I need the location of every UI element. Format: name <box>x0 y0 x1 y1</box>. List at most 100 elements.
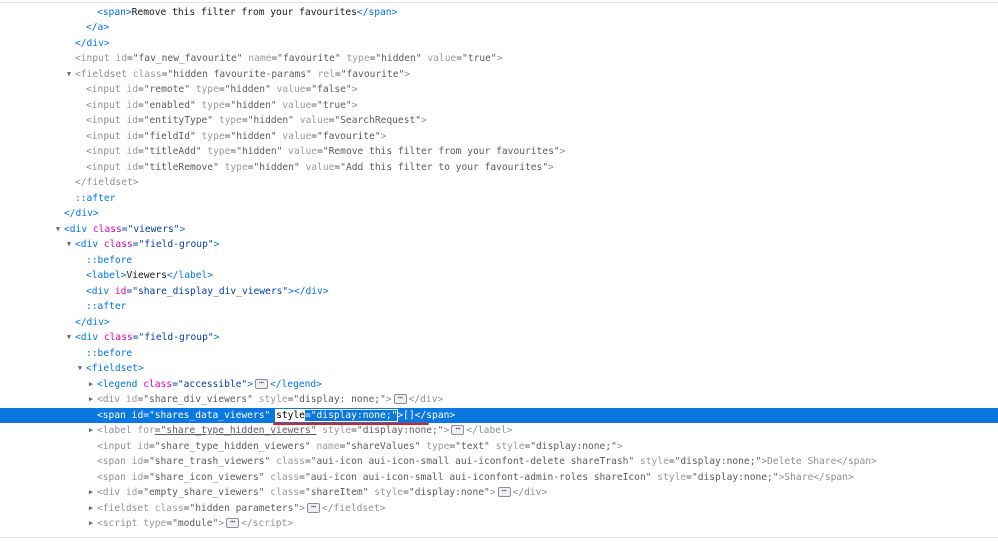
text-node-token: Remove this filter from your favourites <box>131 6 357 18</box>
dom-node-row[interactable]: <span id="share_trash_viewers" class="au… <box>0 454 998 470</box>
expand-ellipsis-button[interactable]: ⋯ <box>497 487 511 497</box>
tag-token: </div> <box>75 37 110 49</box>
attr-name-token: style <box>316 425 352 436</box>
tag-token: </div> <box>512 487 548 498</box>
dom-node-row[interactable]: ▶ <label for="share_type_hidden_viewers" … <box>0 423 998 439</box>
tag-token: <fieldset <box>75 68 127 80</box>
tag-token: </span> <box>356 6 398 18</box>
attr-name-token: value <box>293 115 329 126</box>
tag-token: > <box>351 99 358 111</box>
panel-top-border <box>0 2 998 3</box>
expand-ellipsis-button[interactable]: ⋯ <box>393 394 407 404</box>
attribute-edit-box[interactable]: style="display:none;" <box>275 408 399 422</box>
tag-token: > <box>385 394 392 405</box>
attr-name-token: type <box>201 146 231 157</box>
expand-arrow-icon[interactable]: ▶ <box>86 423 96 439</box>
node-markup: <input id="remote" type="hidden" value="… <box>86 82 358 98</box>
selected-dom-node-row[interactable]: <span id="shares_data_viewers" style="di… <box>0 407 998 423</box>
expand-arrow-icon[interactable]: ▶ <box>86 516 96 532</box>
expand-arrow-icon[interactable]: ▶ <box>86 485 96 501</box>
node-markup: <fieldset class="hidden favourite-params… <box>75 67 410 83</box>
dom-node-row[interactable]: </a> <box>0 20 998 36</box>
collapse-arrow-icon[interactable]: ▼ <box>64 330 74 346</box>
dom-node-row[interactable]: ::before <box>0 253 998 269</box>
tag-token: <div <box>75 239 99 250</box>
dom-node-row[interactable]: ▼ <fieldset class="hidden favourite-param… <box>0 67 998 83</box>
collapse-arrow-icon[interactable]: ▼ <box>64 67 74 83</box>
tag-token: <input <box>86 130 121 142</box>
dom-node-row[interactable]: </div> <box>0 315 998 331</box>
dom-node-row[interactable]: </div> <box>0 36 998 52</box>
dom-node-row[interactable]: <span id="share_icon_viewers" class="aui… <box>0 470 998 486</box>
attr-value-token: ="share_div_viewers" <box>137 394 253 405</box>
collapse-arrow-icon[interactable]: ▼ <box>53 222 63 238</box>
expand-ellipsis-button[interactable]: ⋯ <box>254 378 268 389</box>
dom-node-row[interactable]: <input id="entityType" type="hidden" val… <box>0 113 998 129</box>
dom-node-row[interactable]: ▼ <div class="viewers"> <box>0 222 998 238</box>
dom-node-row[interactable]: <input id="titleAdd" type="hidden" value… <box>0 144 998 160</box>
attr-name-token: id <box>125 409 144 421</box>
dom-node-row[interactable]: ::after <box>0 299 998 315</box>
attr-name-token: class <box>264 487 300 498</box>
expand-ellipsis-button[interactable]: ⋯ <box>226 518 240 528</box>
attr-name-token: id <box>125 471 144 483</box>
attr-name-token: id <box>120 99 138 111</box>
expand-arrow-icon[interactable]: ▶ <box>86 392 96 408</box>
attr-name-token: id <box>120 146 138 157</box>
dom-node-row[interactable]: ▼ <div class="field-group"> <box>0 330 998 346</box>
attr-value-token[interactable]: ="display:none;" <box>304 409 398 421</box>
dom-node-row[interactable]: ▼ <fieldset> <box>0 361 998 377</box>
dom-node-row[interactable]: <input id="enabled" type="hidden" value=… <box>0 98 998 114</box>
expand-ellipsis-button[interactable]: ⋯ <box>306 502 320 513</box>
attr-value-token: ="empty_share_viewers" <box>137 487 265 498</box>
dom-node-row[interactable]: <span>Remove this filter from your favou… <box>0 5 998 21</box>
dom-node-row[interactable]: ▼ <div class="field-group"> <box>0 237 998 253</box>
dom-node-row[interactable]: <div id="share_display_div_viewers"></di… <box>0 284 998 300</box>
dom-node-row[interactable]: </fieldset> <box>0 175 998 191</box>
attr-name-token: value <box>270 84 306 95</box>
dom-node-row[interactable]: <input id="fieldId" type="hidden" value=… <box>0 129 998 145</box>
attr-name-token: type <box>189 84 219 95</box>
expand-arrow-icon[interactable]: ▶ <box>86 377 96 393</box>
tag-token: <input <box>86 161 121 173</box>
expand-arrow-icon[interactable]: ▶ <box>86 501 96 517</box>
tag-token: <input <box>86 115 121 126</box>
attr-name-token: type <box>340 53 370 64</box>
dom-node-row[interactable]: <input id="share_type_hidden_viewers" na… <box>0 439 998 455</box>
dom-node-row[interactable]: ▶ <div id="share_div_viewers" style="disp… <box>0 392 998 408</box>
attr-value-token: ="favourite" <box>271 53 341 64</box>
dom-node-row[interactable]: ▶ <script type="module"> ⋯ </script> <box>0 516 998 532</box>
dom-node-row[interactable]: ▶ <div id="empty_share_viewers" class="sh… <box>0 485 998 501</box>
tag-token: <div <box>97 487 121 498</box>
attr-name-token: style <box>634 456 669 467</box>
dom-node-row[interactable]: </div> <box>0 206 998 222</box>
attr-name-token: id <box>120 84 138 95</box>
attr-value-token: ="shares_data_viewers" <box>143 409 271 421</box>
tag-token: <span <box>97 471 126 483</box>
attr-name-token: style <box>252 394 288 405</box>
collapse-arrow-icon[interactable]: ▼ <box>64 237 74 253</box>
node-markup: ::before <box>86 346 132 362</box>
node-markup: <input id="share_type_hidden_viewers" na… <box>97 439 623 455</box>
dom-node-row[interactable]: ▶ <legend class="accessible"> ⋯ </legend> <box>0 377 998 393</box>
attr-value-token: ="aui-icon aui-icon-small aui-iconfont-d… <box>304 456 635 467</box>
node-markup: <label for="share_type_hidden_viewers" s… <box>97 423 513 439</box>
dom-node-row[interactable]: ▶ <fieldset class="hidden parameters"> ⋯ </… <box>0 501 998 517</box>
dom-node-row[interactable]: <input id="titleRemove" type="hidden" va… <box>0 160 998 176</box>
attr-name-token: type <box>420 440 450 452</box>
dom-node-row[interactable]: <input id="remote" type="hidden" value="… <box>0 82 998 98</box>
attr-link-token[interactable]: ="share_type_hidden_viewers" <box>155 425 317 436</box>
dom-node-row[interactable]: <input id="fav_new_favourite" name="favo… <box>0 51 998 67</box>
attr-name-token[interactable]: style <box>276 410 305 421</box>
tag-token: > <box>443 425 450 436</box>
dom-node-row[interactable]: ::after <box>0 191 998 207</box>
attr-name-token: id <box>120 130 138 142</box>
tag-token: <input <box>75 53 110 64</box>
dom-node-row[interactable]: <label>Viewers</label> <box>0 268 998 284</box>
expand-ellipsis-button[interactable]: ⋯ <box>451 425 465 435</box>
collapse-arrow-icon[interactable]: ▼ <box>75 361 85 377</box>
tag-token: > <box>559 146 566 157</box>
attr-name-token: style <box>651 471 687 483</box>
dom-node-row[interactable]: ::before <box>0 346 998 362</box>
attr-name-token: class <box>148 502 184 514</box>
